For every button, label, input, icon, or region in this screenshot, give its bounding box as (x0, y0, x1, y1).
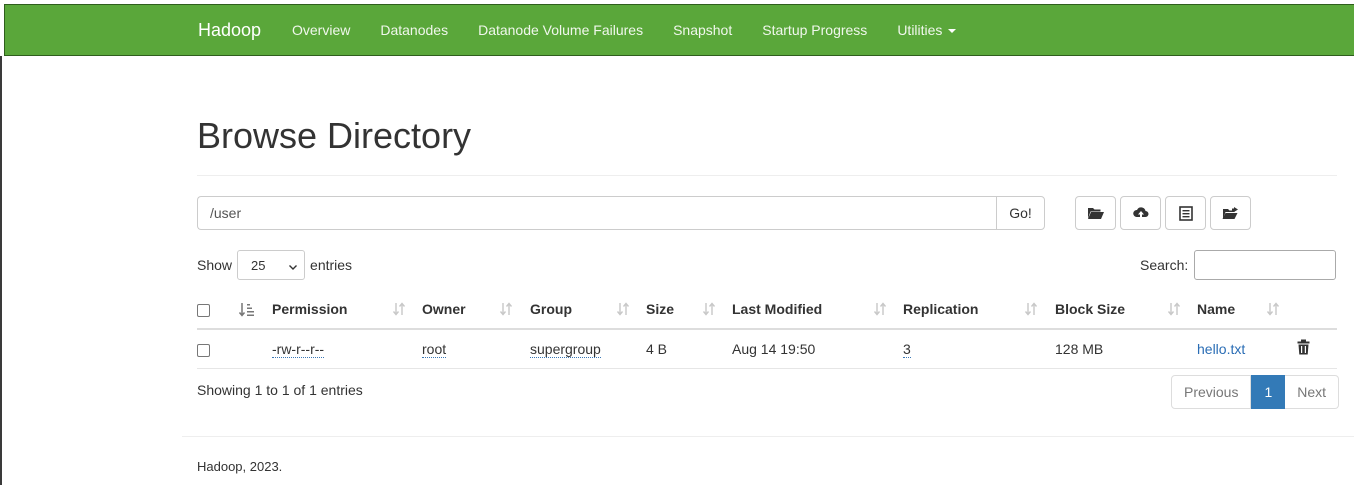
previous-page-button[interactable]: Previous (1171, 375, 1252, 409)
nav-utilities-dropdown[interactable]: Utilities (882, 5, 971, 55)
table-header-row: Permission Owner Group Size Last Modifie… (197, 290, 1337, 330)
column-label-replication: Replication (903, 301, 979, 317)
column-label-permission: Permission (272, 301, 348, 317)
show-label: Show (197, 257, 233, 273)
page-1-button[interactable]: 1 (1251, 375, 1286, 409)
select-all-header (197, 290, 233, 330)
row-select-cell (197, 329, 233, 369)
column-header-permission[interactable]: Permission (272, 290, 422, 330)
move-button[interactable] (1210, 196, 1251, 230)
sort-both-icon (1024, 302, 1038, 319)
sort-both-icon (873, 302, 887, 319)
next-page-button[interactable]: Next (1285, 375, 1340, 409)
column-header-size[interactable]: Size (646, 290, 732, 330)
entries-suffix-label: entries (310, 257, 353, 273)
nav-datanodes[interactable]: Datanodes (365, 5, 463, 55)
owner-value[interactable]: root (422, 340, 447, 358)
table-row: -rw-r--r-- root supergroup 4 B Aug 14 19… (197, 329, 1337, 369)
column-label-owner: Owner (422, 301, 466, 317)
cell-block-size: 128 MB (1055, 329, 1197, 369)
upload-button[interactable] (1120, 196, 1161, 230)
navbar: Hadoop Overview Datanodes Datanode Volum… (4, 4, 1354, 56)
window-edge (0, 56, 2, 485)
sort-amount-down-icon (233, 302, 262, 318)
cell-group: supergroup (530, 329, 646, 369)
column-header-block-size[interactable]: Block Size (1055, 290, 1197, 330)
sort-both-icon (1167, 302, 1181, 319)
title-divider (197, 175, 1337, 176)
cell-size: 4 B (646, 329, 732, 369)
search-label: Search: (1140, 257, 1189, 273)
toolbar (1075, 196, 1251, 230)
sort-both-icon (1266, 302, 1280, 319)
sort-both-icon (616, 302, 630, 319)
row-checkbox[interactable] (197, 343, 210, 357)
cell-replication: 3 (903, 329, 1055, 369)
caret-down-icon (948, 29, 957, 34)
nav-utilities-label: Utilities (897, 22, 943, 38)
column-header-name[interactable]: Name (1197, 290, 1295, 330)
search-input[interactable] (1194, 250, 1337, 280)
sort-column-header[interactable] (233, 290, 272, 330)
column-header-owner[interactable]: Owner (422, 290, 530, 330)
column-label-block-size: Block Size (1055, 301, 1126, 317)
sort-both-icon (499, 302, 513, 319)
folder-move-icon (1222, 206, 1240, 220)
column-label-last-modified: Last Modified (732, 301, 823, 317)
go-button[interactable]: Go! (996, 196, 1045, 230)
sort-both-icon (702, 302, 716, 319)
column-header-last-modified[interactable]: Last Modified (732, 290, 903, 330)
nav-links: Overview Datanodes Datanode Volume Failu… (277, 5, 971, 55)
path-input-group: Go! (197, 196, 1045, 230)
column-header-group[interactable]: Group (530, 290, 646, 330)
column-header-actions (1295, 290, 1337, 330)
nav-datanode-volume-failures[interactable]: Datanode Volume Failures (463, 5, 658, 55)
entries-length-control: Show 25 entries (197, 250, 352, 280)
table-search: Search: (1140, 250, 1337, 280)
file-name-link[interactable]: hello.txt (1197, 341, 1245, 357)
cell-permission: -rw-r--r-- (272, 329, 422, 369)
footer-text: Hadoop, 2023. (197, 459, 283, 474)
replication-value[interactable]: 3 (903, 340, 911, 358)
nav-overview[interactable]: Overview (277, 5, 365, 55)
cloud-upload-icon (1132, 206, 1150, 221)
pagination: Previous 1 Next (1171, 375, 1340, 409)
permission-value[interactable]: -rw-r--r-- (272, 340, 325, 358)
column-label-size: Size (646, 301, 675, 317)
nav-startup-progress[interactable]: Startup Progress (747, 5, 882, 55)
entries-selected-value: 25 (251, 257, 266, 273)
chevron-down-icon (288, 260, 298, 275)
cell-owner: root (422, 329, 530, 369)
table-info: Showing 1 to 1 of 1 entries (197, 382, 363, 398)
group-value[interactable]: supergroup (530, 340, 601, 358)
cell-last-modified: Aug 14 19:50 (732, 329, 903, 369)
column-header-replication[interactable]: Replication (903, 290, 1055, 330)
trash-icon[interactable] (1295, 339, 1310, 355)
directory-path-input[interactable] (197, 196, 996, 230)
entries-select[interactable]: 25 (237, 250, 306, 280)
cell-actions (1295, 329, 1337, 369)
footer-divider (182, 436, 1354, 437)
cut-paste-button[interactable] (1165, 196, 1206, 230)
brand-link[interactable]: Hadoop (198, 5, 261, 55)
column-label-group: Group (530, 301, 572, 317)
file-table: Permission Owner Group Size Last Modifie… (197, 290, 1337, 369)
folder-open-icon (1087, 206, 1105, 220)
column-label-name: Name (1197, 301, 1236, 317)
nav-snapshot[interactable]: Snapshot (658, 5, 747, 55)
cell-name: hello.txt (1197, 329, 1295, 369)
page-title: Browse Directory (197, 115, 472, 156)
row-spacer-cell (233, 329, 272, 369)
list-icon (1178, 205, 1193, 221)
create-directory-button[interactable] (1075, 196, 1116, 230)
sort-both-icon (392, 302, 406, 319)
select-all-checkbox[interactable] (197, 303, 210, 317)
